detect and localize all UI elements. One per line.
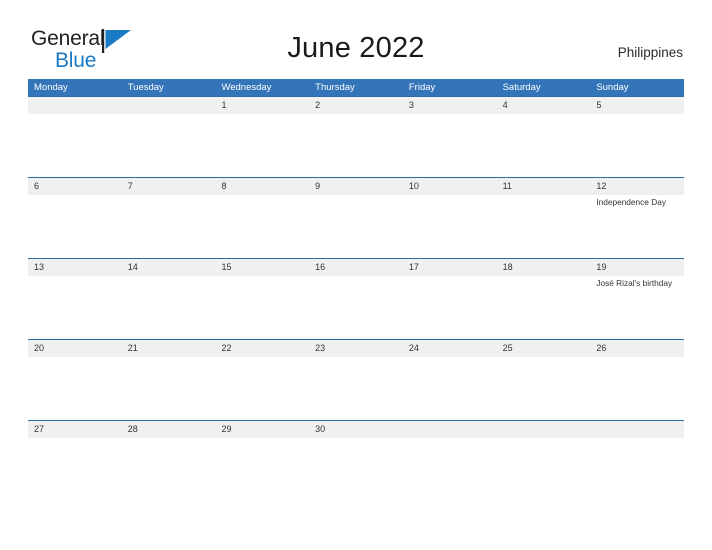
day-number: 12 — [596, 181, 607, 191]
day-number: 4 — [502, 100, 508, 110]
day-cell[interactable]: 20 — [28, 340, 122, 420]
country-label: Philippines — [617, 45, 683, 60]
day-cell[interactable] — [28, 97, 122, 177]
day-number: 25 — [502, 343, 513, 353]
day-cell[interactable]: 18 — [496, 259, 591, 339]
day-number: 7 — [127, 181, 133, 191]
page-title: June 2022 — [287, 32, 425, 64]
day-number: 3 — [408, 100, 414, 110]
day-number: 26 — [596, 343, 607, 353]
day-cell[interactable] — [590, 421, 685, 501]
weekday-header-wednesday: Wednesday — [221, 82, 272, 93]
day-cell[interactable]: 10 — [402, 178, 497, 258]
day-number: 15 — [221, 262, 232, 272]
day-cell[interactable]: 13 — [28, 259, 122, 339]
day-cell[interactable]: 15 — [215, 259, 310, 339]
weekday-header-sunday: Sunday — [596, 82, 629, 93]
day-number: 11 — [502, 181, 512, 191]
day-number: 21 — [127, 343, 138, 353]
day-number: 9 — [315, 181, 321, 191]
calendar-week-row: 6 7 8 9 10 11 12 Independence Day — [28, 177, 685, 258]
day-cell[interactable]: 22 — [215, 340, 310, 420]
day-cell-holiday[interactable]: 12 Independence Day — [590, 178, 685, 258]
calendar-week-row: 20 21 22 23 24 25 26 — [28, 339, 685, 420]
day-number: 29 — [221, 424, 232, 434]
weekday-header-tuesday: Tuesday — [127, 82, 164, 93]
day-cell[interactable]: 16 — [309, 259, 403, 339]
day-cell[interactable] — [496, 421, 591, 501]
day-cell[interactable]: 2 — [309, 97, 403, 177]
day-number: 24 — [408, 343, 419, 353]
holiday-label: José Rizal's birthday — [596, 278, 673, 288]
day-number: 30 — [315, 424, 326, 434]
day-cell[interactable]: 7 — [121, 178, 216, 258]
day-number: 27 — [34, 424, 45, 434]
day-cell[interactable]: 5 — [590, 97, 685, 177]
day-cell[interactable] — [402, 421, 497, 501]
day-number: 22 — [221, 343, 232, 353]
day-cell[interactable]: 29 — [215, 421, 310, 501]
weekday-header-row: Monday Tuesday Wednesday Thursday Friday… — [28, 79, 684, 96]
weekday-header-thursday: Thursday — [315, 82, 355, 93]
day-number: 6 — [34, 181, 40, 191]
day-number: 17 — [408, 262, 419, 272]
day-number: 8 — [221, 181, 227, 191]
day-cell[interactable]: 3 — [402, 97, 497, 177]
day-cell[interactable]: 11 — [496, 178, 591, 258]
day-cell[interactable]: 4 — [496, 97, 591, 177]
day-number: 1 — [221, 100, 227, 110]
day-cell[interactable]: 21 — [121, 340, 216, 420]
calendar-grid: Monday Tuesday Wednesday Thursday Friday… — [28, 79, 685, 501]
calendar-week-row: 27 28 29 30 — [28, 420, 685, 501]
day-number: 5 — [596, 100, 602, 110]
day-cell-holiday[interactable]: 19 José Rizal's birthday — [590, 259, 685, 339]
day-cell[interactable]: 30 — [309, 421, 403, 501]
day-number: 18 — [502, 262, 513, 272]
day-cell[interactable]: 17 — [402, 259, 497, 339]
day-cell[interactable]: 25 — [496, 340, 591, 420]
calendar-week-row: 13 14 15 16 17 18 19 José Rizal's birthd… — [28, 258, 685, 339]
day-cell[interactable]: 1 — [215, 97, 310, 177]
day-number: 14 — [127, 262, 138, 272]
calendar-page: General Blue June 2022 Philippines Monda… — [0, 0, 712, 550]
weekday-header-friday: Friday — [408, 82, 436, 93]
day-number: 2 — [315, 100, 321, 110]
day-cell[interactable]: 14 — [121, 259, 216, 339]
calendar-week-row: 1 2 3 4 5 — [28, 96, 685, 177]
day-cell[interactable]: 26 — [590, 340, 685, 420]
day-cell[interactable]: 28 — [121, 421, 216, 501]
day-cell[interactable]: 27 — [28, 421, 122, 501]
day-cell[interactable]: 9 — [309, 178, 403, 258]
day-number: 20 — [34, 343, 45, 353]
day-number: 13 — [34, 262, 45, 272]
day-number: 28 — [127, 424, 138, 434]
day-cell[interactable]: 24 — [402, 340, 497, 420]
day-number: 19 — [596, 262, 607, 272]
day-number: 16 — [315, 262, 326, 272]
weekday-header-saturday: Saturday — [502, 82, 541, 93]
day-cell[interactable] — [121, 97, 216, 177]
page-header: General Blue June 2022 Philippines — [0, 0, 712, 71]
day-cell[interactable]: 6 — [28, 178, 122, 258]
weekday-header-monday: Monday — [34, 82, 68, 93]
day-cell[interactable]: 8 — [215, 178, 310, 258]
day-number: 23 — [315, 343, 326, 353]
holiday-label: Independence Day — [596, 197, 666, 207]
day-cell[interactable]: 23 — [309, 340, 403, 420]
day-number: 10 — [408, 181, 419, 191]
